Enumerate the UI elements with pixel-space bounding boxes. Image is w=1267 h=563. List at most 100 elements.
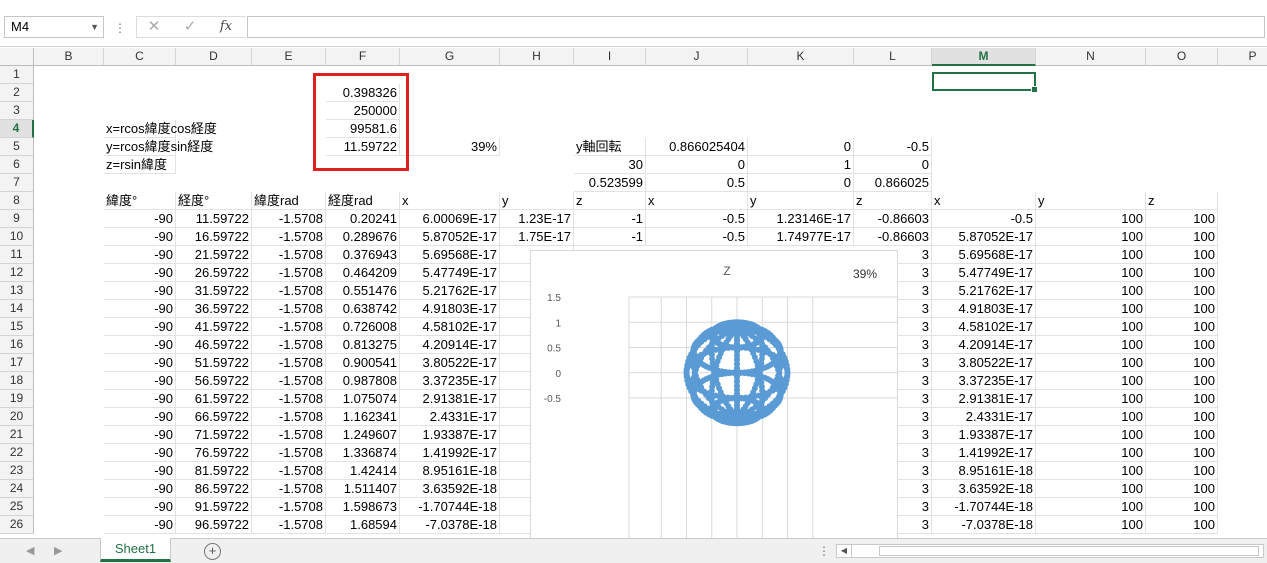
cell-f21[interactable]: 1.249607 <box>326 426 400 444</box>
cell-g14[interactable]: 4.91803E-17 <box>400 300 500 318</box>
cell-d14[interactable]: 36.59722 <box>176 300 252 318</box>
column-header-p[interactable]: P <box>1218 48 1267 66</box>
cell-l6[interactable]: 0 <box>854 156 932 174</box>
cell-c18[interactable]: -90 <box>104 372 176 390</box>
prev-sheet-icon[interactable]: ◀ <box>26 544 34 557</box>
row-header-6[interactable]: 6 <box>0 156 34 174</box>
cell-h10[interactable]: 1.75E-17 <box>500 228 574 246</box>
cell-n14[interactable]: 100 <box>1036 300 1146 318</box>
cell-g12[interactable]: 5.47749E-17 <box>400 264 500 282</box>
add-sheet-icon[interactable]: + <box>204 543 221 560</box>
cell-e13[interactable]: -1.5708 <box>252 282 326 300</box>
cell-o19[interactable]: 100 <box>1146 390 1218 408</box>
cell-d15[interactable]: 41.59722 <box>176 318 252 336</box>
cell-g5[interactable]: 39% <box>400 138 500 156</box>
cell-o18[interactable]: 100 <box>1146 372 1218 390</box>
column-header-n[interactable]: N <box>1036 48 1146 66</box>
cell-g21[interactable]: 1.93387E-17 <box>400 426 500 444</box>
column-header-e[interactable]: E <box>252 48 326 66</box>
cell-m15[interactable]: 4.58102E-17 <box>932 318 1036 336</box>
cell-d10[interactable]: 16.59722 <box>176 228 252 246</box>
row-header-5[interactable]: 5 <box>0 138 34 156</box>
cell-c13[interactable]: -90 <box>104 282 176 300</box>
cell-d16[interactable]: 46.59722 <box>176 336 252 354</box>
cell-n15[interactable]: 100 <box>1036 318 1146 336</box>
scatter-chart[interactable]: 1.5 1 0.5 0 -0.5 Z 39% <box>530 250 898 540</box>
cell-c4[interactable]: x=rcos緯度cos経度 <box>104 120 217 138</box>
cell-f9[interactable]: 0.20241 <box>326 210 400 228</box>
cell-g25[interactable]: -1.70744E-18 <box>400 498 500 516</box>
cell-c21[interactable]: -90 <box>104 426 176 444</box>
cell-g16[interactable]: 4.20914E-17 <box>400 336 500 354</box>
cell-f14[interactable]: 0.638742 <box>326 300 400 318</box>
cell-i9[interactable]: -1 <box>574 210 646 228</box>
row-header-23[interactable]: 23 <box>0 462 34 480</box>
splitter-icon[interactable]: ⋮ <box>818 544 830 558</box>
cell-c15[interactable]: -90 <box>104 318 176 336</box>
cell-o13[interactable]: 100 <box>1146 282 1218 300</box>
row-header-15[interactable]: 15 <box>0 318 34 336</box>
cell-e14[interactable]: -1.5708 <box>252 300 326 318</box>
cell-c20[interactable]: -90 <box>104 408 176 426</box>
cell-c19[interactable]: -90 <box>104 390 176 408</box>
cell-d25[interactable]: 91.59722 <box>176 498 252 516</box>
cell-o24[interactable]: 100 <box>1146 480 1218 498</box>
cell-c6[interactable]: z=rsin緯度 <box>104 156 176 174</box>
cell-m16[interactable]: 4.20914E-17 <box>932 336 1036 354</box>
cell-d22[interactable]: 76.59722 <box>176 444 252 462</box>
cell-f23[interactable]: 1.42414 <box>326 462 400 480</box>
cell-d18[interactable]: 56.59722 <box>176 372 252 390</box>
cell-j7[interactable]: 0.5 <box>646 174 748 192</box>
cell-m24[interactable]: 3.63592E-18 <box>932 480 1036 498</box>
column-header-o[interactable]: O <box>1146 48 1218 66</box>
active-cell-m4[interactable] <box>932 72 1038 93</box>
cell-o22[interactable]: 100 <box>1146 444 1218 462</box>
cell-d20[interactable]: 66.59722 <box>176 408 252 426</box>
cell-f15[interactable]: 0.726008 <box>326 318 400 336</box>
cell-m12[interactable]: 5.47749E-17 <box>932 264 1036 282</box>
cell-n18[interactable]: 100 <box>1036 372 1146 390</box>
cell-n13[interactable]: 100 <box>1036 282 1146 300</box>
cell-d11[interactable]: 21.59722 <box>176 246 252 264</box>
cell-d21[interactable]: 71.59722 <box>176 426 252 444</box>
cell-j5[interactable]: 0.866025404 <box>646 138 748 156</box>
cell-j9[interactable]: -0.5 <box>646 210 748 228</box>
cell-e9[interactable]: -1.5708 <box>252 210 326 228</box>
cell-g18[interactable]: 3.37235E-17 <box>400 372 500 390</box>
cell-f22[interactable]: 1.336874 <box>326 444 400 462</box>
cell-e16[interactable]: -1.5708 <box>252 336 326 354</box>
cell-o16[interactable]: 100 <box>1146 336 1218 354</box>
row-header-17[interactable]: 17 <box>0 354 34 372</box>
cell-d23[interactable]: 81.59722 <box>176 462 252 480</box>
cell-f17[interactable]: 0.900541 <box>326 354 400 372</box>
cell-o14[interactable]: 100 <box>1146 300 1218 318</box>
cell-m19[interactable]: 2.91381E-17 <box>932 390 1036 408</box>
cell-n17[interactable]: 100 <box>1036 354 1146 372</box>
cell-n16[interactable]: 100 <box>1036 336 1146 354</box>
column-header-m[interactable]: M <box>932 48 1036 66</box>
row-header-25[interactable]: 25 <box>0 498 34 516</box>
row-header-16[interactable]: 16 <box>0 336 34 354</box>
cell-l9[interactable]: -0.86603 <box>854 210 932 228</box>
cell-o8[interactable]: z <box>1146 192 1218 210</box>
sheet-tab-sheet1[interactable]: Sheet1 <box>100 538 171 562</box>
column-header-h[interactable]: H <box>500 48 574 66</box>
cell-c14[interactable]: -90 <box>104 300 176 318</box>
cell-l7[interactable]: 0.866025 <box>854 174 932 192</box>
cell-d8[interactable]: 経度° <box>176 192 252 210</box>
cell-f12[interactable]: 0.464209 <box>326 264 400 282</box>
cell-c23[interactable]: -90 <box>104 462 176 480</box>
cell-l5[interactable]: -0.5 <box>854 138 932 156</box>
cell-n8[interactable]: y <box>1036 192 1146 210</box>
cell-n19[interactable]: 100 <box>1036 390 1146 408</box>
cell-f19[interactable]: 1.075074 <box>326 390 400 408</box>
cell-g10[interactable]: 5.87052E-17 <box>400 228 500 246</box>
scroll-left-icon[interactable]: ◀ <box>837 545 852 557</box>
cell-h8[interactable]: y <box>500 192 574 210</box>
cell-o12[interactable]: 100 <box>1146 264 1218 282</box>
cell-c10[interactable]: -90 <box>104 228 176 246</box>
cell-l8[interactable]: z <box>854 192 932 210</box>
cell-j10[interactable]: -0.5 <box>646 228 748 246</box>
cell-g20[interactable]: 2.4331E-17 <box>400 408 500 426</box>
cell-k10[interactable]: 1.74977E-17 <box>748 228 854 246</box>
